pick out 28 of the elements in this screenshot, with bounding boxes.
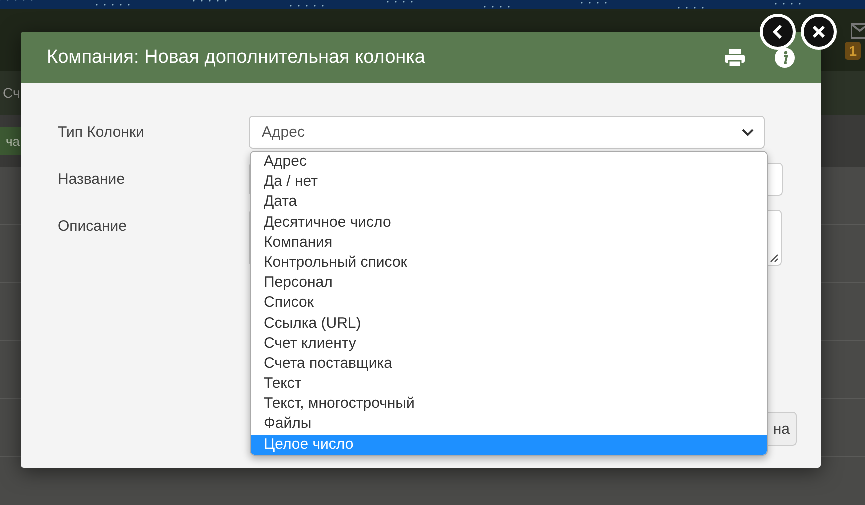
dropdown-option[interactable]: Счета поставщика <box>251 354 767 374</box>
field-label: Тип Колонки <box>58 123 146 142</box>
dropdown-option[interactable]: Список <box>251 293 767 314</box>
info-icon[interactable] <box>775 48 795 68</box>
notification-badge: 1 <box>845 42 861 60</box>
dropdown-option[interactable]: Ссылка (URL) <box>251 314 767 334</box>
dropdown-option[interactable]: Файлы <box>251 414 767 435</box>
chevron-left-icon <box>773 25 783 39</box>
envelope-icon <box>851 22 865 40</box>
dropdown-option[interactable]: Десятичное число <box>251 212 767 233</box>
dropdown-option[interactable]: Текст, многострочный <box>251 394 767 414</box>
column-type-select[interactable]: Адрес <box>249 116 765 149</box>
chevron-down-icon <box>742 128 754 136</box>
print-icon[interactable] <box>725 48 745 66</box>
dropdown-option[interactable]: Текст <box>251 374 767 394</box>
field-label: Название <box>58 170 126 189</box>
dropdown-option[interactable]: Контрольный список <box>251 252 767 274</box>
dropdown-option[interactable]: Дата <box>251 192 767 213</box>
section-label: Сч <box>3 85 20 101</box>
field-label: Описание <box>58 217 128 236</box>
resize-handle-icon <box>770 254 779 263</box>
close-icon <box>813 26 825 38</box>
dropdown-option[interactable]: Компания <box>251 232 767 253</box>
dropdown-option[interactable]: Счет клиенту <box>251 334 767 354</box>
dropdown-option[interactable]: Да / нет <box>251 172 767 192</box>
dropdown-option[interactable]: Персонал <box>251 273 767 294</box>
dropdown-option[interactable]: Адрес <box>251 152 767 172</box>
dialog-title: Компания: Новая дополнительная колонка <box>47 46 426 68</box>
